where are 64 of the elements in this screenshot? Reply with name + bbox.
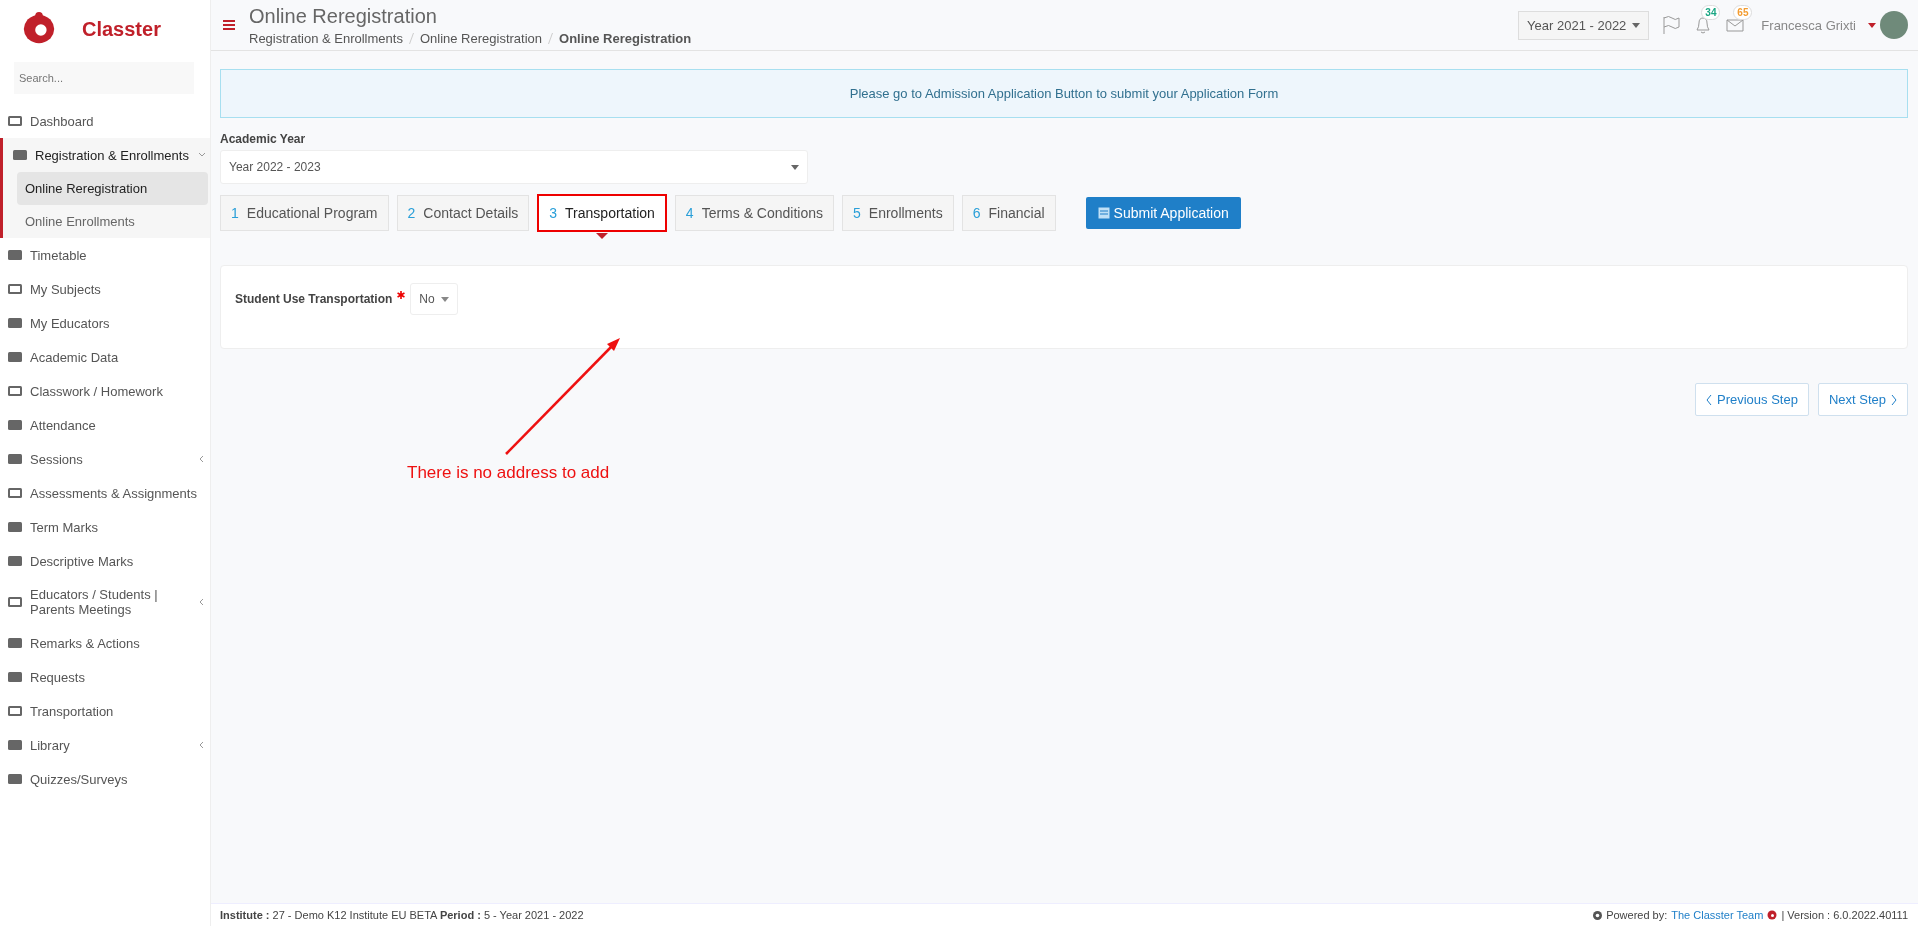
pointer-icon	[596, 233, 609, 239]
step-tab[interactable]: 5 Enrollments	[842, 195, 954, 231]
transportation-dropdown[interactable]: No	[410, 283, 458, 315]
chevron-down-icon	[198, 151, 206, 159]
version-text: | Version : 6.0.2022.40111	[1781, 909, 1908, 921]
sidebar-item[interactable]: Transportation	[0, 694, 210, 728]
chevron-left-icon	[1705, 394, 1712, 405]
menu-icon[interactable]	[223, 20, 235, 30]
sidebar-item[interactable]: Attendance	[0, 408, 210, 442]
sidebar-item[interactable]: Timetable	[0, 238, 210, 272]
annotation-text: There is no address to add	[407, 463, 610, 483]
sidebar-item[interactable]: Library	[0, 728, 210, 762]
step-tab[interactable]: 1 Educational Program	[220, 195, 389, 231]
sidebar-item[interactable]: Registration & Enrollments	[3, 138, 210, 172]
sidebar-item[interactable]: Remarks & Actions	[0, 626, 210, 660]
field-label: Academic Year	[220, 132, 307, 146]
avatar[interactable]	[1880, 11, 1908, 39]
caret-icon	[791, 164, 799, 170]
footer-info: Institute : 27 - Demo K12 Institute EU BETA Period : 5 - Year 2021 - 2022	[220, 909, 584, 921]
chevron-right-icon	[1891, 394, 1897, 405]
sidebar-item[interactable]: Sessions	[0, 442, 210, 476]
sidebar-item[interactable]: Classwork / Homework	[0, 374, 210, 408]
logo-icon	[1767, 910, 1778, 920]
search-field[interactable]: Search...	[14, 62, 194, 94]
flag-icon[interactable]	[1661, 15, 1682, 35]
breadcrumb-item: Online Reregistration	[559, 30, 692, 46]
sidebar-subitem[interactable]: Online Reregistration	[17, 172, 208, 205]
year-dropdown[interactable]: Year 2021 - 2022	[1518, 10, 1650, 40]
info-alert: Please go to Admission Application Button to submit your Application Form	[220, 69, 1908, 118]
caret-icon[interactable]	[1868, 22, 1876, 28]
breadcrumb-item[interactable]: Online Reregistration	[419, 30, 543, 46]
team-link[interactable]: The Classter Team	[1671, 909, 1764, 921]
sidebar-item[interactable]: Educators / Students | Parents Meetings	[0, 578, 210, 626]
chevron-left-icon	[198, 455, 206, 463]
sidebar-item[interactable]: My Educators	[0, 306, 210, 340]
sidebar-item[interactable]: Dashboard	[0, 104, 210, 138]
step-tab[interactable]: 4 Terms & Conditions	[674, 195, 834, 231]
step-tab[interactable]: 2 Contact Details	[396, 195, 530, 231]
user-name[interactable]: Francesca Grixti	[1761, 17, 1856, 33]
notification-count: 34	[1701, 5, 1721, 20]
previous-step-button[interactable]: Previous Step	[1694, 383, 1809, 416]
next-step-button[interactable]: Next Step	[1817, 383, 1908, 416]
sidebar-item[interactable]: Academic Data	[0, 340, 210, 374]
chevron-left-icon	[198, 741, 206, 749]
caret-icon	[1632, 22, 1641, 28]
message-count: 65	[1733, 5, 1753, 20]
breadcrumb-item[interactable]: Registration & Enrollments	[249, 30, 403, 46]
field-label: Student Use Transportation	[235, 292, 393, 306]
powered-by-text: Powered by:	[1606, 909, 1668, 921]
sidebar-item[interactable]: Descriptive Marks	[0, 544, 210, 578]
sidebar-subitem[interactable]: Online Enrollments	[17, 205, 208, 238]
sidebar-item[interactable]: Requests	[0, 660, 210, 694]
submit-button[interactable]: Submit Application	[1085, 197, 1241, 229]
sidebar-item[interactable]: Assessments & Assignments	[0, 476, 210, 510]
copyright-icon	[1593, 910, 1603, 920]
sidebar-item[interactable]: Quizzes/Surveys	[0, 762, 210, 796]
page-title: Online Reregistration	[249, 4, 438, 28]
academic-year-dropdown[interactable]: Year 2022 - 2023	[220, 150, 808, 184]
step-tab[interactable]: 6 Financial	[961, 195, 1056, 231]
brand-name: Classter	[82, 17, 161, 41]
sidebar-item[interactable]: Term Marks	[0, 510, 210, 544]
caret-icon	[440, 296, 449, 302]
chevron-left-icon	[198, 598, 206, 606]
sidebar-item[interactable]: My Subjects	[0, 272, 210, 306]
